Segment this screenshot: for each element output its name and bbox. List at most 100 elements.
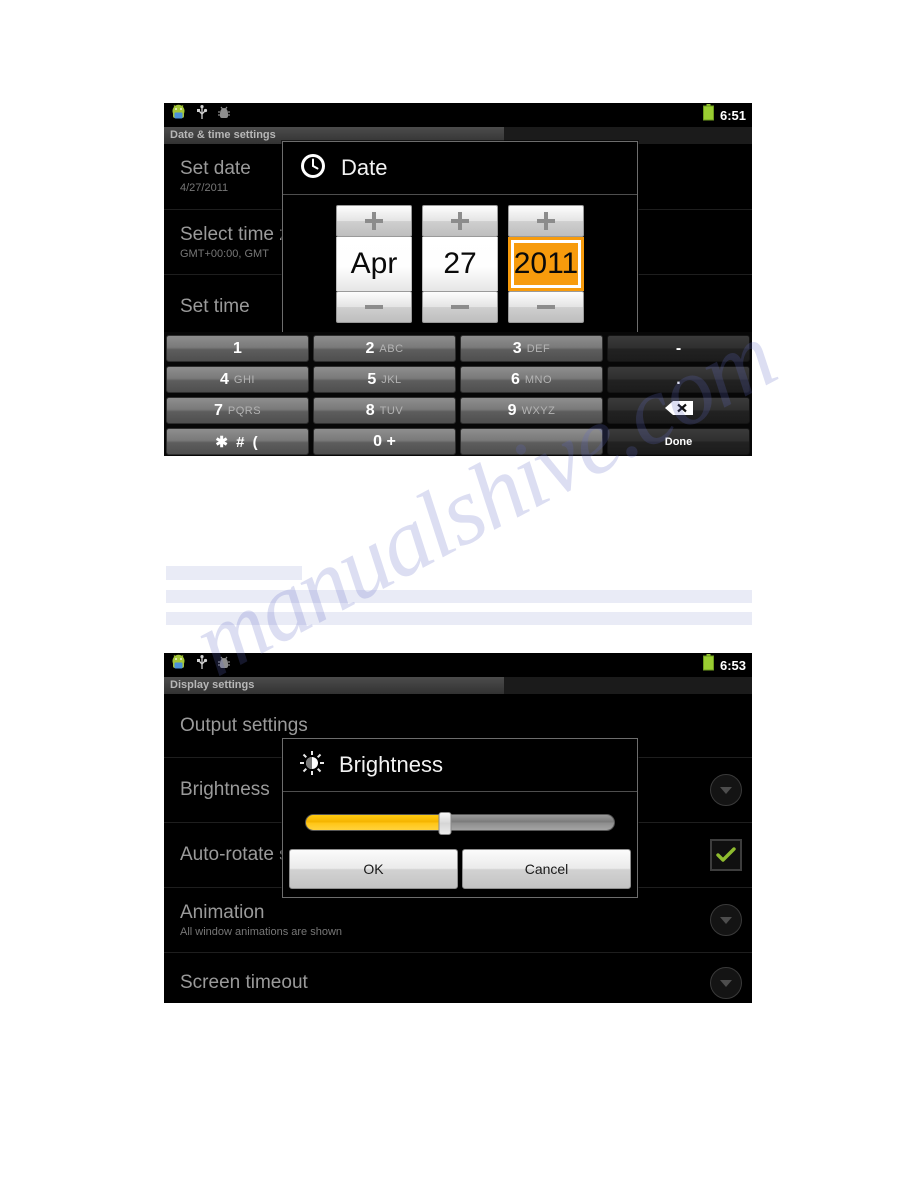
android-robot-icon — [170, 104, 187, 126]
month-value[interactable]: Apr — [336, 237, 412, 291]
month-increment-button[interactable] — [336, 205, 412, 237]
key-main: 3 — [512, 339, 522, 357]
key-symbols[interactable]: ✱ # ( — [166, 428, 309, 455]
key-5[interactable]: 5 JKL — [313, 366, 456, 393]
key-main: Done — [664, 435, 693, 448]
brightness-dialog: Brightness OK Cancel — [282, 738, 638, 898]
key-backspace[interactable] — [607, 397, 750, 424]
year-picker: 2011 — [508, 205, 584, 323]
document-page: manualshive.com 6:51 Date & time setting… — [0, 0, 918, 1188]
day-decrement-button[interactable] — [422, 291, 498, 323]
row-title: Set date — [180, 158, 251, 179]
cancel-button[interactable]: Cancel — [462, 849, 631, 889]
row-subtitle: All window animations are shown — [180, 925, 343, 938]
brightness-slider-fill — [306, 815, 445, 830]
placeholder-bar-short — [166, 566, 302, 580]
day-value[interactable]: 27 — [422, 237, 498, 291]
dialog-buttons: OK Cancel — [283, 831, 637, 895]
date-picker-dialog: Date Apr 27 2011 — [282, 141, 638, 333]
key-4[interactable]: 4 GHI — [166, 366, 309, 393]
day-increment-button[interactable] — [422, 205, 498, 237]
row-texts: Set date 4/27/2011 — [180, 158, 251, 195]
year-value[interactable]: 2011 — [508, 237, 584, 291]
checkbox-checked-icon[interactable] — [710, 839, 742, 871]
screenshot-date-time-settings: 6:51 Date & time settings Set date 4/27/… — [164, 103, 752, 456]
usb-icon — [196, 105, 208, 125]
key-1[interactable]: 1 — [166, 335, 309, 362]
adb-bug-icon — [217, 656, 231, 675]
battery-full-icon — [702, 654, 714, 676]
brightness-slider[interactable] — [305, 812, 615, 835]
chevron-down-icon[interactable] — [710, 774, 742, 806]
year-increment-button[interactable] — [508, 205, 584, 237]
key-7[interactable]: 7 PQRS — [166, 397, 309, 424]
activity-title-bar: Display settings — [164, 677, 752, 694]
row-subtitle: 4/27/2011 — [180, 182, 229, 194]
key-space[interactable] — [460, 428, 603, 455]
status-bar-left-icons — [170, 654, 231, 676]
android-robot-icon — [170, 654, 187, 676]
key-3[interactable]: 3 DEF — [460, 335, 603, 362]
placeholder-bar-wide-1 — [166, 590, 752, 603]
cancel-button-label: Cancel — [524, 861, 569, 877]
key-done[interactable]: Done — [607, 428, 750, 455]
key-0[interactable]: 0 + — [313, 428, 456, 455]
status-bar-right: 6:51 — [702, 104, 746, 126]
status-bar-right: 6:53 — [702, 654, 746, 676]
key-main: 9 — [507, 401, 517, 419]
row-title: Set time — [180, 295, 250, 317]
ok-button-label: OK — [363, 861, 384, 877]
chevron-down-icon[interactable] — [710, 967, 742, 999]
row-widget — [710, 839, 742, 871]
key-main: 0 + — [373, 432, 396, 450]
settings-row-screen-timeout[interactable]: Screen timeout — [164, 953, 752, 1003]
year-decrement-button[interactable] — [508, 291, 584, 323]
dialog-title: Brightness — [339, 752, 443, 777]
row-texts: Set time — [180, 296, 250, 318]
key-2[interactable]: 2 ABC — [313, 335, 456, 362]
brightness-sun-icon — [299, 750, 325, 781]
key-main: 8 — [365, 401, 375, 419]
dialog-header: Date — [283, 142, 637, 195]
key-sub: ABC — [379, 342, 404, 355]
clock-icon — [299, 152, 327, 185]
key-sub: JKL — [381, 373, 402, 386]
key-9[interactable]: 9 WXYZ — [460, 397, 603, 424]
key-main: 7 — [213, 401, 223, 419]
dialog-title: Date — [341, 155, 388, 180]
key-8[interactable]: 8 TUV — [313, 397, 456, 424]
keyboard-row-4: ✱ # ( 0 + Done — [166, 428, 750, 455]
key-sub: MNO — [524, 373, 553, 386]
key-sub: TUV — [379, 404, 404, 417]
day-picker: 27 — [422, 205, 498, 323]
key-sub: PQRS — [227, 404, 262, 417]
activity-title: Date & time settings — [170, 129, 276, 141]
ok-button[interactable]: OK — [289, 849, 458, 889]
status-bar: 6:53 — [164, 653, 752, 677]
numeric-keyboard: 1 2 ABC 3 DEF - 4 GHI 5 JKL 6 MNO . 7 PQ… — [164, 332, 752, 456]
battery-full-icon — [702, 104, 714, 126]
brightness-slider-container — [283, 792, 637, 835]
row-texts: Output settings — [180, 715, 308, 737]
keyboard-row-3: 7 PQRS 8 TUV 9 WXYZ — [166, 397, 750, 424]
key-main: 1 — [233, 339, 242, 357]
key-minus[interactable]: - — [607, 335, 750, 362]
key-main: 2 — [365, 339, 375, 357]
row-texts: Brightness — [180, 779, 270, 801]
activity-title: Display settings — [170, 679, 255, 691]
month-decrement-button[interactable] — [336, 291, 412, 323]
key-main: 6 — [510, 370, 520, 388]
usb-icon — [196, 655, 208, 675]
key-period[interactable]: . — [607, 366, 750, 393]
row-widget — [710, 967, 742, 999]
key-6[interactable]: 6 MNO — [460, 366, 603, 393]
key-main: 4 — [220, 370, 229, 388]
brightness-slider-thumb[interactable] — [438, 812, 452, 835]
chevron-down-icon[interactable] — [710, 904, 742, 936]
status-bar-left-icons — [170, 104, 231, 126]
date-pickers: Apr 27 2011 — [283, 195, 637, 323]
key-sub: WXYZ — [521, 404, 556, 417]
keyboard-row-2: 4 GHI 5 JKL 6 MNO . — [166, 366, 750, 393]
dialog-body: OK Cancel — [283, 792, 637, 895]
key-sub: GHI — [233, 373, 255, 386]
